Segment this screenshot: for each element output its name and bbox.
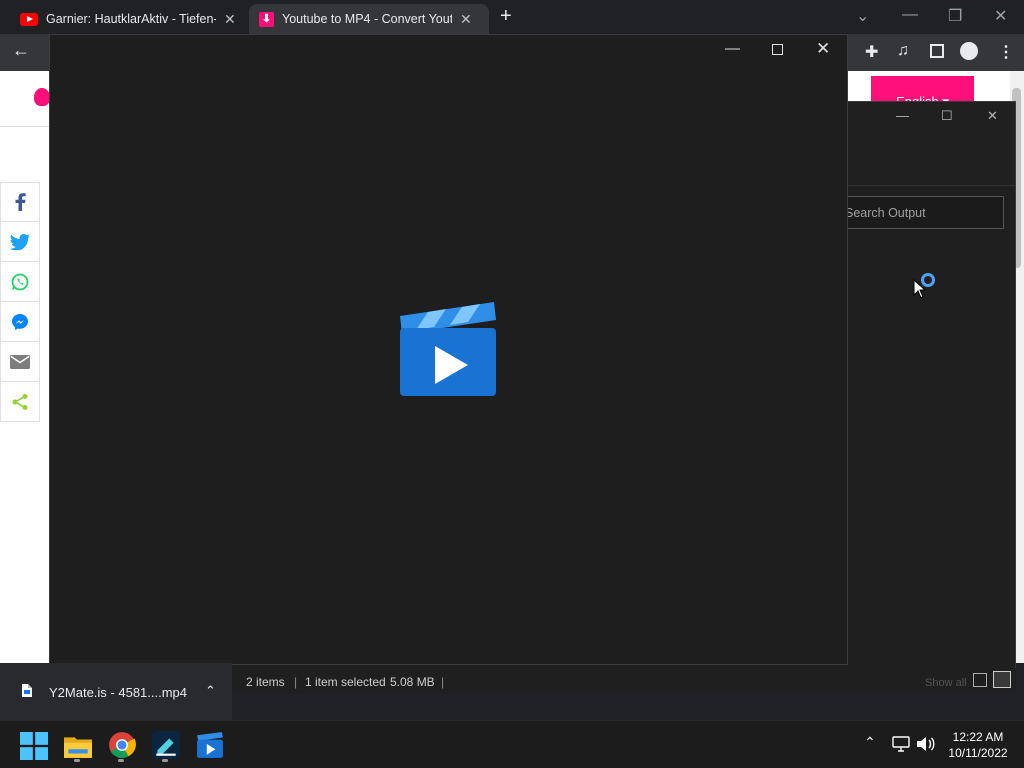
chevron-up-icon[interactable]: ⌃ <box>205 683 216 699</box>
media-player-taskbar-icon[interactable] <box>196 731 224 759</box>
tab-title: Garnier: HautklarAktiv - Tiefen-Rein <box>46 12 216 26</box>
selection-size: 5.08 MB <box>390 675 435 689</box>
messenger-share-button[interactable] <box>0 302 40 342</box>
tab-search-icon[interactable]: ⌄ <box>856 6 869 26</box>
chevron-up-tray-icon[interactable]: ⌃ <box>864 734 876 751</box>
tab-title: Youtube to MP4 - Convert Youtube <box>282 12 452 26</box>
minimize-icon[interactable]: — <box>902 6 918 24</box>
player-close-icon[interactable]: ✕ <box>816 39 830 59</box>
explorer-status-bar: 2 items | 1 item selected 5.08 MB | Show… <box>232 668 1016 693</box>
restore-icon[interactable]: ❐ <box>948 6 962 26</box>
close-tab-icon[interactable]: ✕ <box>224 11 236 28</box>
system-clock[interactable]: 12:22 AM 10/11/2022 <box>940 729 1016 761</box>
share-icon <box>12 393 28 410</box>
download-filename[interactable]: Y2Mate.is - 4581....mp4 <box>49 685 187 700</box>
player-maximize-icon[interactable] <box>772 44 783 55</box>
show-all-link[interactable]: Show all <box>925 677 967 689</box>
menu-icon[interactable]: ⋮ <box>998 42 1014 62</box>
tab-garnier[interactable]: Garnier: HautklarAktiv - Tiefen-Rein ✕ <box>10 4 245 34</box>
selection-count: 1 item selected <box>305 675 386 689</box>
share-bar <box>0 182 40 422</box>
explorer-close-icon[interactable]: ✕ <box>987 108 998 124</box>
file-icon <box>22 684 32 697</box>
tiles-view-icon[interactable] <box>993 671 1011 688</box>
extensions-icon[interactable]: ✚ <box>865 42 878 62</box>
site-logo-icon[interactable] <box>34 88 50 106</box>
running-indicator <box>74 759 80 762</box>
status-separator: | <box>441 675 445 689</box>
facebook-icon <box>15 193 26 211</box>
volume-icon[interactable] <box>916 736 936 752</box>
network-icon[interactable] <box>892 736 910 752</box>
twitter-share-button[interactable] <box>0 222 40 262</box>
email-icon <box>10 354 30 369</box>
editor-app-icon[interactable] <box>152 731 180 759</box>
twitter-icon <box>10 233 30 250</box>
explorer-maximize-icon[interactable]: ☐ <box>941 108 953 124</box>
explorer-minimize-icon[interactable]: — <box>896 108 909 123</box>
close-window-icon[interactable]: ✕ <box>994 6 1007 26</box>
back-icon[interactable]: ← <box>12 40 30 61</box>
facebook-share-button[interactable] <box>0 182 40 222</box>
email-share-button[interactable] <box>0 342 40 382</box>
side-panel-icon[interactable] <box>930 44 944 58</box>
running-indicator <box>118 759 124 762</box>
whatsapp-icon <box>11 273 29 290</box>
file-explorer-icon[interactable] <box>64 732 92 760</box>
mouse-cursor-icon <box>913 279 927 299</box>
running-indicator <box>162 759 168 762</box>
clock-date: 10/11/2022 <box>948 746 1008 760</box>
clock-time: 12:22 AM <box>952 730 1004 744</box>
item-count: 2 items <box>246 675 285 689</box>
generic-share-button[interactable] <box>0 382 40 422</box>
download-site-icon: ⬇ <box>259 11 274 27</box>
messenger-icon <box>12 313 28 330</box>
status-separator: | <box>294 675 298 689</box>
player-minimize-icon[interactable]: — <box>725 40 740 57</box>
media-controls-icon[interactable]: ♫ <box>897 42 909 60</box>
youtube-icon <box>20 12 38 26</box>
windows-start-icon[interactable] <box>20 732 48 760</box>
close-tab-icon[interactable]: ✕ <box>460 11 472 28</box>
profile-icon[interactable] <box>960 42 978 60</box>
tab-youtube-to-mp4[interactable]: ⬇ Youtube to MP4 - Convert Youtube ✕ <box>249 4 489 34</box>
new-tab-button[interactable]: + <box>500 5 512 28</box>
search-output-field[interactable]: Search Output <box>838 196 1004 229</box>
media-player-icon <box>400 302 496 396</box>
details-view-icon[interactable] <box>973 673 987 687</box>
chrome-icon[interactable] <box>108 731 136 759</box>
whatsapp-share-button[interactable] <box>0 262 40 302</box>
